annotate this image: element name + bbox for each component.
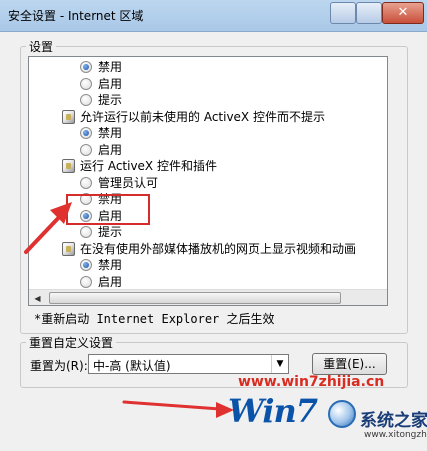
watermark-url: www.win7zhijia.cn — [238, 374, 385, 390]
radio-checked-icon[interactable] — [80, 259, 92, 271]
settings-list[interactable]: 禁用 启用 提示 允许运行以前未使用的 ActiveX 控件而不提示 禁用 启用 运行 Ac… — [28, 56, 388, 306]
watermark-site-name: 系统之家 — [360, 411, 427, 431]
setting-option-label: 提示 — [98, 225, 123, 239]
watermark-small-url: www.xitongzhijia.net — [364, 430, 427, 440]
radio-unchecked-icon[interactable] — [80, 176, 92, 189]
setting-category-icon — [62, 109, 75, 124]
minimize-button[interactable] — [330, 2, 356, 24]
setting-category-label: 允许运行以前未使用的 ActiveX 控件而不提示 — [80, 109, 325, 124]
setting-option-label: 提示 — [98, 93, 123, 107]
reset-button[interactable]: 重置(E)... — [312, 353, 387, 375]
settings-group-title: 设置 — [26, 38, 57, 55]
title-bar[interactable]: 安全设置 - Internet 区域 ✕ — [0, 0, 427, 32]
reset-to-label: 重置为(R): — [30, 359, 88, 373]
radio-unchecked-icon[interactable] — [80, 226, 92, 238]
setting-option-label: 禁用 — [98, 126, 123, 140]
setting-option-label: 启用 — [98, 142, 123, 157]
setting-category-label: 运行 ActiveX 控件和插件 — [80, 159, 217, 173]
setting-option-label: 启用 — [98, 274, 123, 289]
window-title: 安全设置 - Internet 区域 — [8, 9, 144, 23]
security-settings-window: 安全设置 - Internet 区域 ✕ 设置 禁用 启用 提示 允许运行以前未使用的… — [0, 0, 427, 451]
maximize-button[interactable] — [356, 2, 382, 24]
scroll-right-arrow-icon[interactable]: ▶ — [382, 290, 387, 305]
scroll-left-arrow-icon[interactable]: ◀ — [29, 290, 46, 305]
setting-option-label: 禁用 — [98, 258, 123, 272]
setting-option-label: 禁用 — [98, 60, 123, 74]
bottom-pointer-arrow-icon — [122, 400, 234, 418]
horizontal-scroll-thumb[interactable] — [49, 292, 341, 304]
setting-category-icon — [62, 159, 75, 173]
radio-unchecked-icon[interactable] — [80, 275, 92, 288]
radio-checked-icon[interactable] — [80, 61, 92, 73]
radio-unchecked-icon[interactable] — [80, 77, 92, 90]
horizontal-scrollbar[interactable]: ◀ ▶ — [29, 289, 387, 305]
setting-option-label: 启用 — [98, 76, 123, 91]
setting-option-label: 管理员认可 — [98, 175, 159, 190]
watermark-logo: Win7 — [228, 392, 318, 430]
reset-level-select[interactable]: 中-高 (默认值) ▼ — [88, 354, 289, 374]
setting-category-label: 在没有使用外部媒体播放机的网页上显示视频和动画 — [80, 241, 357, 256]
pointer-arrow-icon — [24, 202, 72, 254]
radio-unchecked-icon[interactable] — [80, 94, 92, 106]
chevron-down-icon[interactable]: ▼ — [271, 355, 288, 373]
radio-unchecked-icon[interactable] — [80, 143, 92, 156]
reset-group-title: 重置自定义设置 — [26, 334, 117, 351]
watermark-globe-icon — [328, 400, 356, 428]
close-button[interactable]: ✕ — [382, 2, 424, 24]
reset-level-value: 中-高 (默认值) — [93, 359, 171, 373]
restart-note: *重新启动 Internet Explorer 之后生效 — [34, 312, 275, 326]
radio-checked-icon[interactable] — [80, 127, 92, 139]
